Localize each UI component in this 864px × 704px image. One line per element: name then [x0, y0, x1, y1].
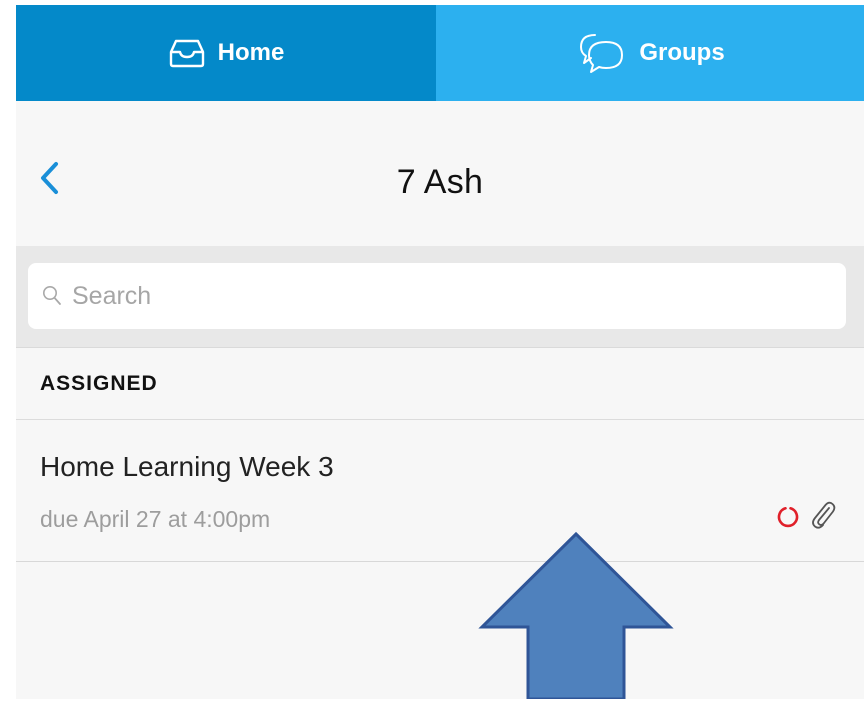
search-section — [16, 246, 864, 348]
search-icon — [42, 285, 62, 307]
tab-home[interactable]: Home — [16, 5, 436, 101]
search-input[interactable] — [70, 280, 774, 312]
inbox-tray-icon — [168, 38, 206, 68]
tab-groups-label: Groups — [639, 39, 725, 66]
up-arrow-annotation — [478, 530, 674, 701]
incomplete-ring-icon — [776, 505, 800, 529]
tab-home-label: Home — [217, 39, 285, 66]
navigation-bar: 7 Ash — [16, 101, 864, 246]
item-due-date: due April 27 at 4:00pm — [40, 506, 271, 532]
paperclip-icon — [810, 499, 836, 534]
search-box[interactable] — [28, 263, 846, 329]
section-header-label: ASSIGNED — [40, 372, 158, 395]
tab-groups[interactable]: Groups — [436, 5, 864, 101]
chat-bubbles-icon — [575, 31, 627, 75]
app-window: Home Groups 7 Ash Search ASSIGNED Home L… — [16, 5, 864, 699]
page-title: 7 Ash — [396, 163, 484, 201]
section-header-assigned: ASSIGNED — [16, 348, 864, 420]
tab-bar: Home Groups — [16, 5, 864, 101]
list-item[interactable]: Home Learning Week 3 due April 27 at 4:0… — [16, 420, 864, 562]
item-title: Home Learning Week 3 — [40, 451, 334, 482]
item-status-icons — [776, 499, 836, 534]
